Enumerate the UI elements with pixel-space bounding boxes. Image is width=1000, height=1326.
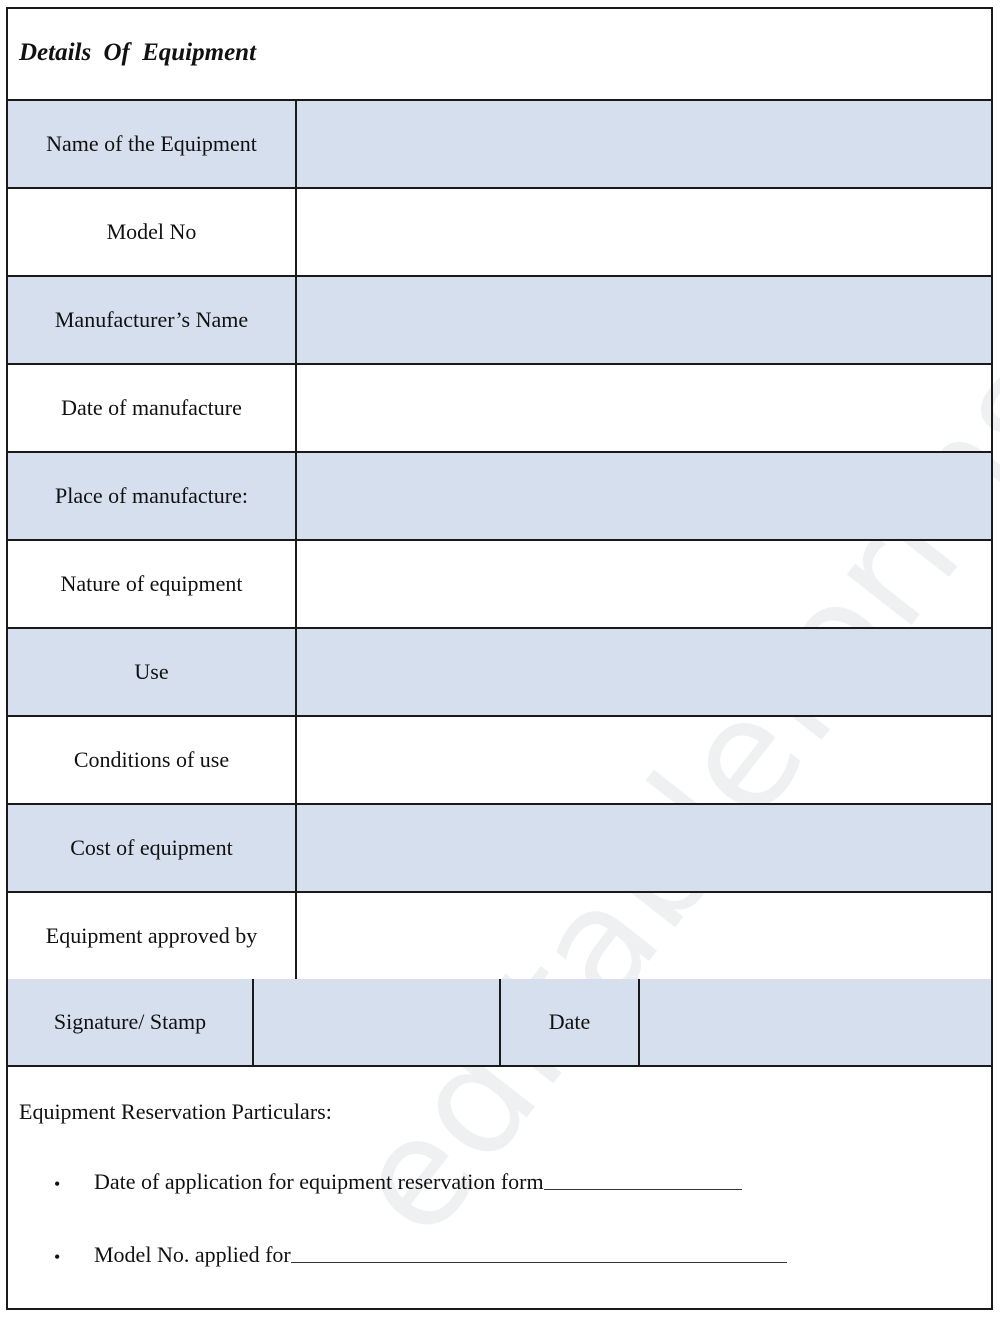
- row-label: Equipment approved by: [8, 893, 297, 979]
- date-field[interactable]: [640, 979, 991, 1065]
- row-label: Date of manufacture: [8, 365, 297, 451]
- form-title: Details Of Equipment: [19, 39, 257, 66]
- approved-by-field[interactable]: [297, 893, 991, 979]
- date-label: Date: [501, 979, 640, 1065]
- signature-stamp-field[interactable]: [254, 979, 501, 1065]
- form-row-place-of-manufacture: Place of manufacture:: [8, 453, 991, 541]
- row-label: Conditions of use: [8, 717, 297, 803]
- item-label: Date of application for equipment reserv…: [94, 1169, 544, 1194]
- form-row-equipment-name: Name of the Equipment: [8, 101, 991, 189]
- date-of-manufacture-field[interactable]: [297, 365, 991, 451]
- cost-of-equipment-field[interactable]: [297, 805, 991, 891]
- signature-label: Signature/ Stamp: [8, 979, 254, 1065]
- bullet-icon: •: [54, 1174, 61, 1194]
- row-label: Place of manufacture:: [8, 453, 297, 539]
- title-row: Details Of Equipment: [8, 9, 991, 101]
- conditions-of-use-field[interactable]: [297, 717, 991, 803]
- form-row-model-no: Model No: [8, 189, 991, 277]
- form-row-nature-of-equipment: Nature of equipment: [8, 541, 991, 629]
- nature-of-equipment-field[interactable]: [297, 541, 991, 627]
- application-date-blank[interactable]: [543, 1188, 742, 1190]
- row-label: Model No: [8, 189, 297, 275]
- bullet-icon: •: [54, 1247, 61, 1267]
- item-label: Model No. applied for: [94, 1242, 291, 1267]
- row-label: Cost of equipment: [8, 805, 297, 891]
- place-of-manufacture-field[interactable]: [297, 453, 991, 539]
- form-row-cost-of-equipment: Cost of equipment: [8, 805, 991, 893]
- reservation-section: Equipment Reservation Particulars: • Dat…: [8, 1065, 991, 1310]
- reservation-item-application-date: • Date of application for equipment rese…: [54, 1169, 742, 1195]
- manufacturer-name-field[interactable]: [297, 277, 991, 363]
- form-row-approved-by: Equipment approved by: [8, 893, 991, 981]
- form-row-date-of-manufacture: Date of manufacture: [8, 365, 991, 453]
- equipment-name-field[interactable]: [297, 101, 991, 187]
- form-row-conditions-of-use: Conditions of use: [8, 717, 991, 805]
- row-label: Use: [8, 629, 297, 715]
- reservation-heading: Equipment Reservation Particulars:: [19, 1099, 332, 1124]
- row-label: Nature of equipment: [8, 541, 297, 627]
- equipment-form: Details Of Equipment Name of the Equipme…: [6, 7, 993, 1310]
- model-no-applied-blank[interactable]: [290, 1261, 787, 1263]
- model-no-field[interactable]: [297, 189, 991, 275]
- reservation-item-model-no: • Model No. applied for: [54, 1242, 787, 1268]
- use-field[interactable]: [297, 629, 991, 715]
- form-row-manufacturer-name: Manufacturer’s Name: [8, 277, 991, 365]
- row-label: Name of the Equipment: [8, 101, 297, 187]
- row-label: Manufacturer’s Name: [8, 277, 297, 363]
- form-row-use: Use: [8, 629, 991, 717]
- signature-date-row: Signature/ Stamp Date: [8, 979, 991, 1067]
